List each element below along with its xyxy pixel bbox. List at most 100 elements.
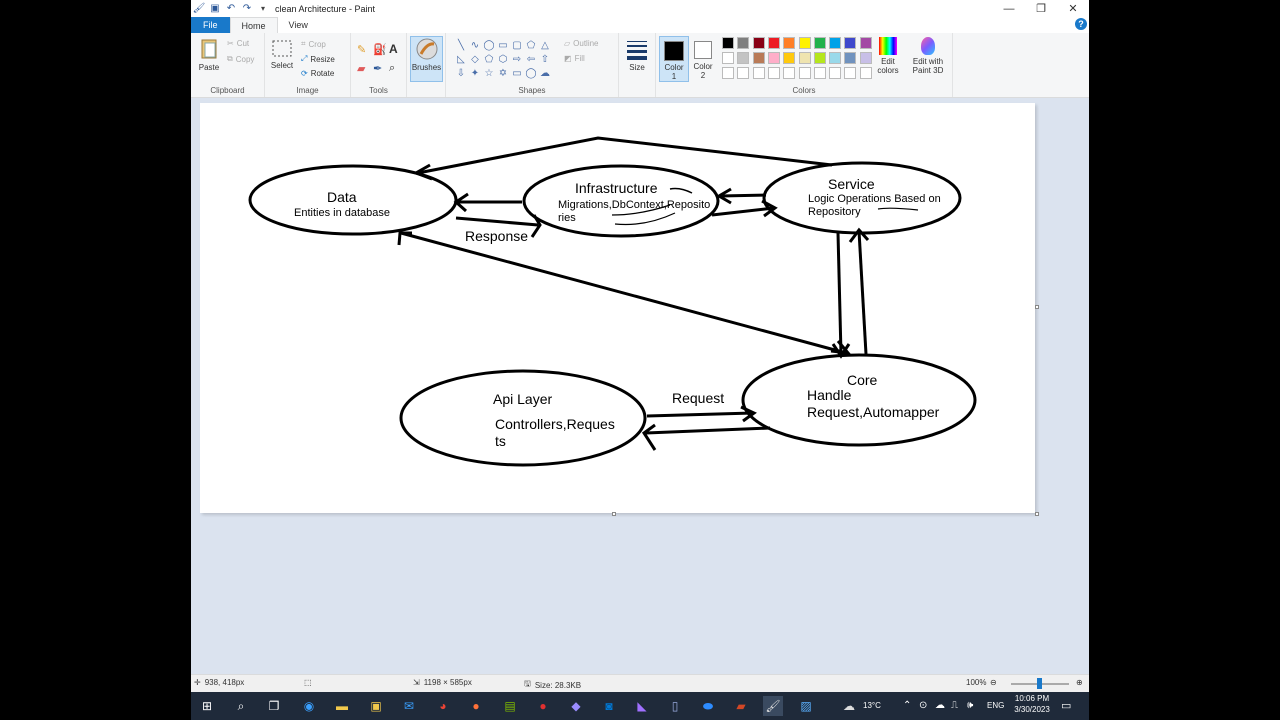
store-icon[interactable]: ▣ [366,696,386,716]
star5-shape-icon[interactable]: ☆ [482,67,496,81]
text-icon[interactable]: A [389,42,398,56]
zoom-in-icon[interactable]: ⊕ [1076,678,1083,687]
color-swatch[interactable] [752,37,765,49]
color-swatch[interactable] [767,67,780,79]
resize-handle-bottom[interactable] [612,512,616,516]
color-swatch[interactable] [767,52,780,64]
app-icon[interactable]: ▤ [500,696,520,716]
resize-handle-right[interactable] [1035,305,1039,309]
media-icon[interactable]: ● [533,696,553,716]
help-icon[interactable]: ? [1075,18,1087,30]
notepad-icon[interactable]: ▯ [665,696,685,716]
color-swatch[interactable] [783,37,796,49]
edit-colors-button[interactable]: Edit colors [872,37,904,75]
eraser-icon[interactable]: ▰ [357,62,365,75]
fill-button[interactable]: ◩ Fill [564,54,585,63]
oval-shape-icon[interactable]: ◯ [482,39,496,53]
right-triangle-shape-icon[interactable]: ◺ [454,53,468,67]
undo-icon[interactable]: ↶ [225,3,237,15]
outline-button[interactable]: ▱ Outline [564,39,599,48]
drawing-canvas[interactable]: Data Entities in database Infrastructure… [200,103,1035,513]
rotate-button[interactable]: ⟳ Rotate [301,69,334,78]
zoom-out-icon[interactable]: ⊖ [990,678,997,687]
color-swatch[interactable] [844,37,857,49]
color-swatch[interactable] [737,67,750,79]
down-arrow-shape-icon[interactable]: ⇩ [454,67,468,81]
minimize-button[interactable]: — [993,0,1025,17]
star4-shape-icon[interactable]: ✦ [468,67,482,81]
callout-oval-shape-icon[interactable]: ◯ [524,67,538,81]
color-swatch[interactable] [859,37,872,49]
fill-bucket-icon[interactable]: ⛽ [373,43,387,56]
tray-app-icon[interactable]: ⊙ [919,700,927,711]
mail-icon[interactable]: ✉ [399,696,419,716]
close-button[interactable]: ✕ [1057,0,1089,17]
select-button[interactable]: Select [269,39,295,70]
clock[interactable]: 10:06 PM 3/30/2023 [1013,694,1051,714]
line-shape-icon[interactable]: ╲ [454,39,468,53]
weather-temp[interactable]: 13°C [863,701,881,710]
copy-button[interactable]: ⧉ Copy [227,54,254,64]
color-swatch[interactable] [829,37,842,49]
color-swatch[interactable] [767,37,780,49]
zoom-app-icon[interactable]: ⬬ [698,696,718,716]
pencil-icon[interactable]: ✎ [357,43,366,56]
onedrive-icon[interactable]: ☁ [935,700,945,711]
pentagon-shape-icon[interactable]: ⬠ [482,53,496,67]
color-swatch[interactable] [722,37,734,49]
diamond-shape-icon[interactable]: ◇ [468,53,482,67]
curve-shape-icon[interactable]: ∿ [468,39,482,53]
weather-icon[interactable]: ☁ [839,696,859,716]
cut-button[interactable]: ✂ Cut [227,39,249,48]
file-explorer-icon[interactable]: ▬ [332,696,352,716]
chrome-icon[interactable]: ◕ [433,696,453,716]
tab-view[interactable]: View [278,17,319,33]
edge-icon[interactable]: ◉ [299,696,319,716]
notification-icon[interactable]: ▭ [1061,699,1071,712]
color-swatch[interactable] [829,67,842,79]
redo-icon[interactable]: ↷ [241,3,253,15]
color-swatch[interactable] [844,52,857,64]
color-swatch[interactable] [783,52,796,64]
color-swatch[interactable] [752,52,765,64]
brushes-button[interactable]: Brushes [410,36,443,82]
color-swatch[interactable] [813,37,826,49]
save-icon[interactable]: ▣ [209,3,221,15]
triangle-shape-icon[interactable]: △ [538,39,552,53]
color1-button[interactable]: Color 1 [659,36,689,82]
tab-home[interactable]: Home [229,17,278,33]
zoom-slider-thumb[interactable] [1037,678,1042,689]
language-indicator[interactable]: ENG [987,701,1004,710]
volume-icon[interactable]: 🕪 [967,700,973,711]
start-icon[interactable]: ⊞ [197,696,217,716]
color-swatch[interactable] [844,67,857,79]
cloud-shape-icon[interactable]: ☁ [538,67,552,81]
resize-handle-corner[interactable] [1035,512,1039,516]
star6-shape-icon[interactable]: ✡ [496,67,510,81]
color-swatch[interactable] [737,37,750,49]
color-swatch[interactable] [798,52,811,64]
color-swatch[interactable] [783,67,796,79]
tab-file[interactable]: File [191,17,230,33]
polygon-shape-icon[interactable]: ⬠ [524,39,538,53]
color-swatch[interactable] [859,52,872,64]
color-swatch[interactable] [859,67,872,79]
outlook-icon[interactable]: ◙ [599,696,619,716]
crop-button[interactable]: ⌗ Crop [301,39,326,49]
shapes-gallery[interactable]: ╲ ∿ ◯ ▭ ▢ ⬠ △ ◺ ◇ ⬠ ⬡ ⇨ ⇦ ⇧ ⇩ ✦ ☆ ✡ ▭ ◯ ☁ [454,39,552,81]
search-icon[interactable]: ⌕ [231,696,251,716]
task-view-icon[interactable]: ❐ [264,696,284,716]
rectangle-shape-icon[interactable]: ▭ [496,39,510,53]
rounded-rect-shape-icon[interactable]: ▢ [510,39,524,53]
maximize-button[interactable]: ❐ [1025,0,1057,17]
color2-button[interactable]: Color 2 [690,37,716,80]
firefox-icon[interactable]: ● [466,696,486,716]
color-swatch[interactable] [798,67,811,79]
callout-rect-shape-icon[interactable]: ▭ [510,67,524,81]
network-icon[interactable]: ⎍ [951,700,958,711]
tray-chevron-icon[interactable]: ⌃ [903,700,911,711]
hexagon-shape-icon[interactable]: ⬡ [496,53,510,67]
paste-button[interactable]: Paste [197,37,221,72]
size-button[interactable]: Size [624,39,650,72]
color-swatch[interactable] [813,67,826,79]
